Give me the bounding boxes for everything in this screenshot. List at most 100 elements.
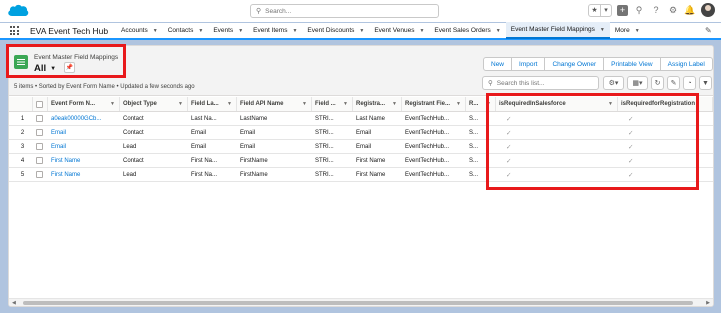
refresh-button[interactable]: ↻ (651, 76, 664, 90)
chevron-down-icon[interactable]: ▼ (496, 28, 501, 34)
pin-icon[interactable]: 📌 (64, 62, 75, 73)
row-number-text: 1 (20, 115, 25, 122)
chevron-down-icon[interactable]: ▼ (238, 28, 243, 34)
chevron-down-icon[interactable]: ▼ (608, 101, 613, 107)
horizontal-scrollbar[interactable]: ◀ ▶ (9, 298, 713, 306)
scrollbar-thumb[interactable] (23, 301, 693, 305)
is-required-in-salesforce-cell: ✓ (496, 140, 618, 153)
chevron-down-icon[interactable]: ▼ (227, 101, 232, 107)
notification-bell-icon[interactable]: 🔔 (684, 4, 696, 16)
nav-item-events[interactable]: Events ▼ (208, 23, 248, 38)
filter-button[interactable]: ▼ (699, 76, 712, 90)
registrant-field-cell: EventTechHub... (402, 154, 466, 167)
event-form-name-cell-text[interactable]: a0eak00000GCb... (51, 116, 101, 122)
row-checkbox[interactable] (36, 115, 43, 122)
assign-label-button[interactable]: Assign Label (659, 58, 712, 70)
row-select-cell (33, 112, 48, 125)
list-view-card: Event Master Field Mappings All ▼ 📌 5 it… (8, 45, 714, 307)
favorites-group[interactable]: ★ ▾ (588, 3, 612, 17)
chevron-down-icon[interactable]: ▼ (600, 27, 605, 33)
chevron-down-icon[interactable]: ▼ (343, 101, 348, 107)
display-as-button[interactable]: ▦▾ (627, 76, 648, 90)
global-search-input[interactable]: ⚲ Search... (250, 4, 439, 18)
column-header-is-required-for-registration[interactable]: isRequiredforRegistration (618, 97, 713, 111)
field-type-cell-text: STRI... (315, 143, 334, 150)
checkmark-icon: ✓ (506, 129, 512, 137)
is-required-for-registration-cell: ✓ (618, 168, 713, 181)
list-search-input[interactable]: ⚲ Search this list... (482, 76, 599, 90)
row-checkbox[interactable] (36, 129, 43, 136)
charts-button[interactable]: ◔ (683, 76, 696, 90)
salesforce-cloud-logo[interactable] (7, 3, 29, 18)
scroll-right-icon[interactable]: ▶ (706, 299, 710, 306)
add-icon[interactable]: + (617, 4, 628, 16)
event-form-name-cell: First Name (48, 154, 120, 167)
list-view-selector[interactable]: All ▼ (34, 63, 56, 74)
nav-item-accounts[interactable]: Accounts ▼ (116, 23, 163, 38)
help-icon[interactable]: ? (650, 4, 662, 16)
event-form-name-cell-text[interactable]: Email (51, 144, 66, 150)
chevron-down-icon[interactable]: ▼ (486, 101, 491, 107)
chevron-down-icon[interactable]: ▼ (359, 28, 364, 34)
chevron-down-icon[interactable]: ▼ (302, 101, 307, 107)
nav-item-event-discounts[interactable]: Event Discounts ▼ (302, 23, 369, 38)
nav-item-event-items[interactable]: Event Items ▼ (248, 23, 302, 38)
chevron-down-icon[interactable]: ▼ (178, 101, 183, 107)
new-button[interactable]: New (484, 58, 511, 70)
event-form-name-cell: Email (48, 140, 120, 153)
chevron-down-icon[interactable]: ▼ (292, 28, 297, 34)
chevron-down-icon[interactable]: ▼ (456, 101, 461, 107)
column-header-r[interactable]: R... ▼ (466, 97, 496, 111)
row-checkbox[interactable] (36, 143, 43, 150)
nav-item-more[interactable]: More ▼ (610, 23, 645, 38)
chevron-down-icon[interactable]: ▼ (153, 28, 158, 34)
row-checkbox[interactable] (36, 171, 43, 178)
nav-item-event-venues[interactable]: Event Venues ▼ (369, 23, 429, 38)
column-header-registrant-field[interactable]: Registrant Fie... ▼ (402, 97, 466, 111)
column-header-event-form-name[interactable]: Event Form N... ▼ (48, 97, 120, 111)
field-type-cell-text: STRI... (315, 171, 334, 178)
scroll-left-icon[interactable]: ◀ (12, 299, 16, 306)
object-type-cell-text: Contact (123, 129, 144, 136)
nav-item-contacts[interactable]: Contacts ▼ (163, 23, 209, 38)
search-icon: ⚲ (256, 8, 262, 15)
change-owner-button[interactable]: Change Owner (544, 58, 603, 70)
object-type-cell: Contact (120, 126, 188, 139)
inline-edit-button[interactable]: ✎ (667, 76, 680, 90)
row-select-cell (33, 168, 48, 181)
column-header-field-api-name[interactable]: Field API Name ▼ (237, 97, 312, 111)
select-all-checkbox[interactable] (36, 100, 43, 108)
nav-item-event-sales-orders[interactable]: Event Sales Orders ▼ (429, 23, 505, 38)
gear-icon[interactable]: ⚙ (667, 4, 679, 16)
chevron-down-icon[interactable]: ▾ (600, 4, 611, 16)
column-header-field-type[interactable]: Field ... ▼ (312, 97, 353, 111)
column-header-is-required-in-salesforce[interactable]: isRequiredInSalesforce ▼ (496, 97, 618, 111)
nav-item-event-master-field-mappings[interactable]: Event Master Field Mappings ▼ (505, 22, 610, 39)
app-launcher-icon (9, 26, 19, 35)
column-header-object-type[interactable]: Object Type ▼ (120, 97, 188, 111)
event-form-name-cell-text[interactable]: First Name (51, 172, 80, 178)
row-checkbox[interactable] (36, 157, 43, 164)
column-header-registrant[interactable]: Registra... ▼ (353, 97, 402, 111)
setup-assistant-icon[interactable]: ⚲ (633, 4, 645, 16)
is-required-in-salesforce-cell: ✓ (496, 168, 618, 181)
event-form-name-cell-text[interactable]: Email (51, 130, 66, 136)
field-type-cell: STRI... (312, 154, 353, 167)
chevron-down-icon[interactable]: ▼ (392, 101, 397, 107)
printable-view-button[interactable]: Printable View (603, 58, 659, 70)
chevron-down-icon[interactable]: ▼ (110, 101, 115, 107)
avatar[interactable] (701, 3, 715, 17)
field-api-name-cell-text: LastName (240, 115, 268, 122)
list-settings-button[interactable]: ⚙▾ (603, 76, 624, 90)
chevron-down-icon[interactable]: ▼ (198, 28, 203, 34)
import-button[interactable]: Import (511, 58, 544, 70)
event-form-name-cell-text[interactable]: First Name (51, 158, 80, 164)
column-header-field-label[interactable]: Field La... ▼ (188, 97, 237, 111)
chevron-down-icon[interactable]: ▼ (419, 28, 424, 34)
favorites-star-icon[interactable]: ★ (589, 5, 600, 16)
app-launcher[interactable] (0, 26, 28, 35)
registrant-field-cell: EventTechHub... (402, 140, 466, 153)
edit-nav-icon[interactable]: ✎ (705, 26, 715, 35)
checkmark-icon: ✓ (628, 115, 634, 123)
field-api-name-cell: Email (237, 140, 312, 153)
